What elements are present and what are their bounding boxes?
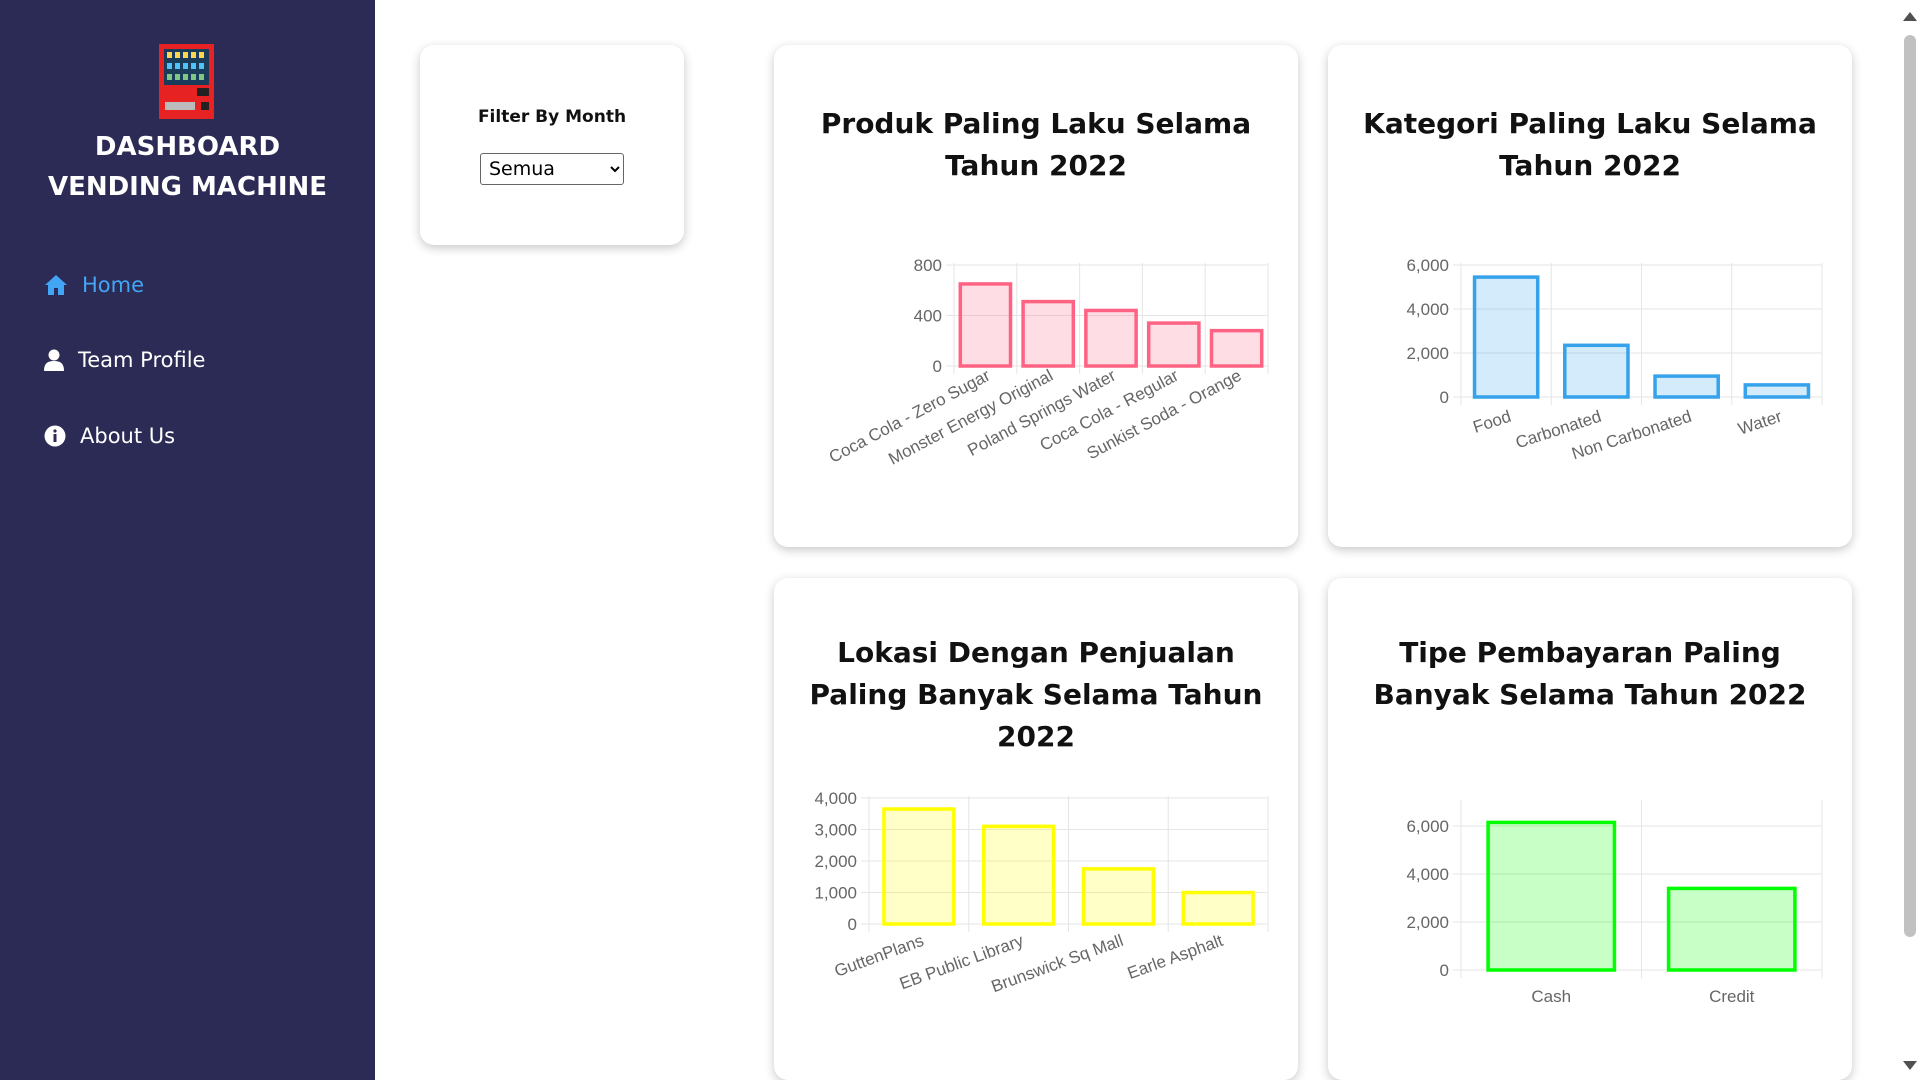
bar[interactable] bbox=[958, 282, 1013, 368]
sidebar-item-team-profile[interactable]: Team Profile bbox=[44, 342, 205, 378]
bar[interactable] bbox=[1743, 383, 1811, 399]
y-tick-label: 400 bbox=[914, 307, 942, 326]
bar[interactable] bbox=[1486, 820, 1617, 972]
y-tick-label: 1,000 bbox=[814, 884, 857, 903]
sidebar-item-label: Home bbox=[82, 273, 145, 297]
y-tick-label: 0 bbox=[933, 357, 942, 376]
bar-chart-pembayaran: 0 2,000 4,000 6,000 Cash Credit bbox=[1406, 800, 1823, 1006]
chart-card-lokasi: Lokasi Dengan Penjualan Paling Banyak Se… bbox=[774, 578, 1298, 1080]
bar[interactable] bbox=[1472, 275, 1540, 399]
scroll-up-arrow-icon[interactable] bbox=[1903, 12, 1917, 21]
y-tick-label: 0 bbox=[848, 915, 857, 934]
filter-card: Filter By Month Semua bbox=[420, 45, 684, 245]
scrollbar-thumb[interactable] bbox=[1904, 35, 1916, 937]
sidebar-item-home[interactable]: Home bbox=[44, 267, 144, 303]
y-tick-label: 4,000 bbox=[814, 789, 857, 808]
filter-title: Filter By Month bbox=[477, 107, 627, 127]
y-tick-label: 6,000 bbox=[1406, 256, 1449, 275]
y-tick-label: 2,000 bbox=[1406, 913, 1449, 932]
y-tick-label: 0 bbox=[1440, 388, 1449, 407]
bar[interactable] bbox=[1084, 308, 1138, 368]
chart-card-pembayaran: Tipe Pembayaran Paling Banyak Selama Tah… bbox=[1328, 578, 1852, 1080]
bar[interactable] bbox=[1181, 890, 1255, 926]
bar[interactable] bbox=[1563, 343, 1630, 399]
user-icon bbox=[44, 348, 64, 372]
x-tick-label: Cash bbox=[1531, 987, 1571, 1006]
month-select[interactable]: Semua bbox=[480, 153, 624, 185]
x-tick-label: Credit bbox=[1709, 987, 1755, 1006]
bar[interactable] bbox=[1021, 299, 1076, 368]
sidebar-item-label: About Us bbox=[80, 424, 176, 448]
bar-chart-kategori: 02,0004,0006,000Food CarbonatedNon Carbon… bbox=[1406, 256, 1823, 463]
bar[interactable] bbox=[1081, 867, 1156, 926]
y-tick-label: 3,000 bbox=[814, 821, 857, 840]
y-tick-label: 4,000 bbox=[1406, 865, 1449, 884]
sidebar: DASHBOARD VENDING MACHINE Home Team Prof… bbox=[0, 0, 375, 1080]
sidebar-item-about-us[interactable]: About Us bbox=[44, 418, 175, 454]
bar[interactable] bbox=[1209, 328, 1264, 368]
bar[interactable] bbox=[1666, 886, 1797, 972]
page-scrollbar[interactable] bbox=[1898, 0, 1920, 1080]
y-tick-label: 800 bbox=[914, 256, 942, 275]
y-tick-label: 2,000 bbox=[814, 852, 857, 871]
bar[interactable] bbox=[1653, 374, 1720, 399]
x-tick-label: Water bbox=[1736, 407, 1785, 439]
scroll-down-arrow-icon[interactable] bbox=[1903, 1061, 1917, 1070]
bar[interactable] bbox=[1146, 321, 1201, 368]
bar-chart-produk: 0400800Coca Cola - Zero SugarMonster Ene… bbox=[826, 256, 1269, 469]
sidebar-item-label: Team Profile bbox=[78, 348, 206, 372]
y-tick-label: 6,000 bbox=[1406, 817, 1449, 836]
bar-chart-lokasi: 01,0002,0003,0004,000GuttenPlansEB Publi… bbox=[814, 789, 1269, 996]
y-tick-label: 2,000 bbox=[1406, 344, 1449, 363]
info-icon bbox=[44, 424, 66, 448]
y-tick-label: 0 bbox=[1440, 961, 1449, 980]
y-tick-label: 4,000 bbox=[1406, 300, 1449, 319]
bar[interactable] bbox=[882, 807, 956, 926]
chart-card-produk: Produk Paling Laku Selama Tahun 2022 0 40… bbox=[774, 45, 1298, 547]
x-tick-label: Earle Asphalt bbox=[1125, 931, 1226, 983]
brand-title: DASHBOARD VENDING MACHINE bbox=[47, 132, 328, 202]
x-tick-label: Food bbox=[1471, 407, 1514, 437]
bar[interactable] bbox=[981, 824, 1056, 926]
vending-machine-logo-icon bbox=[159, 44, 214, 119]
home-icon bbox=[44, 273, 68, 297]
chart-card-kategori: Kategori Paling Laku Selama Tahun 2022 0… bbox=[1328, 45, 1852, 547]
